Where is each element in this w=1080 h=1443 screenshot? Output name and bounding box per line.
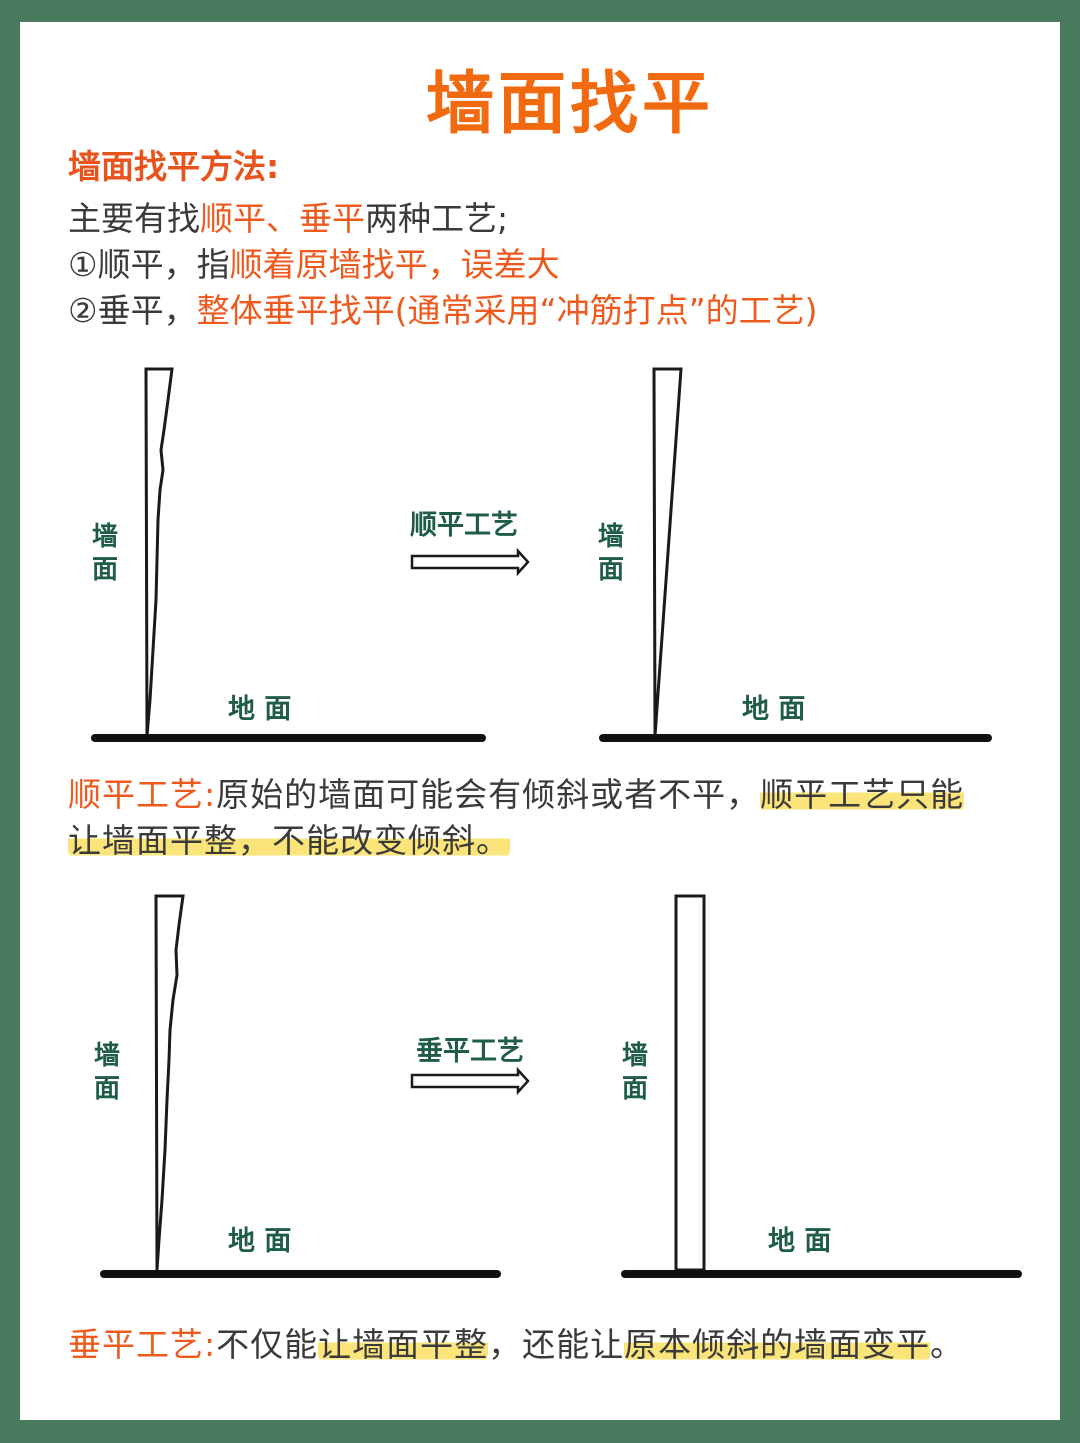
diagram1-ground-label-right: 地 面 (742, 694, 805, 725)
diagram2-plumb-wall (674, 894, 706, 1272)
diagram1-wall-label-left-2: 面 (92, 555, 118, 585)
diagram1-leveled-wall (652, 367, 683, 737)
diagram1-wall-label-right: 墙 (598, 522, 624, 552)
diagram1-ground-label-left: 地 面 (228, 694, 291, 725)
diagram2-wall-label-left: 墙 (94, 1041, 120, 1071)
diagram2-wall-label-right-2: 面 (622, 1074, 648, 1104)
diagram1-wall-label-right-2: 面 (598, 555, 624, 585)
diagram2-process-label: 垂平工艺 (416, 1036, 524, 1067)
diagram1: 墙 面 地 面 顺平工艺 墙 面 地 面 (91, 367, 992, 742)
arrow-icon (410, 547, 530, 577)
diagram2: 墙 面 地 面 垂平工艺 墙 面 地 面 (94, 894, 1022, 1278)
diagram2-wall-label-left-2: 面 (94, 1074, 120, 1104)
diagram2-wall-label-right: 墙 (622, 1041, 648, 1071)
diagram2-original-wall (154, 894, 185, 1271)
diagram2-ground-label-right: 地 面 (768, 1226, 831, 1257)
diagram1-original-wall (144, 367, 174, 737)
diagram1-wall-label-left: 墙 (92, 522, 118, 552)
diagram2-ground-label-left: 地 面 (228, 1226, 291, 1257)
diagram1-process-label: 顺平工艺 (410, 510, 518, 541)
arrow-icon (410, 1066, 530, 1096)
diagrams: 墙 面 地 面 顺平工艺 墙 面 地 面 墙 面 地 面 垂平工艺 墙 面 地 … (91, 367, 1022, 1278)
